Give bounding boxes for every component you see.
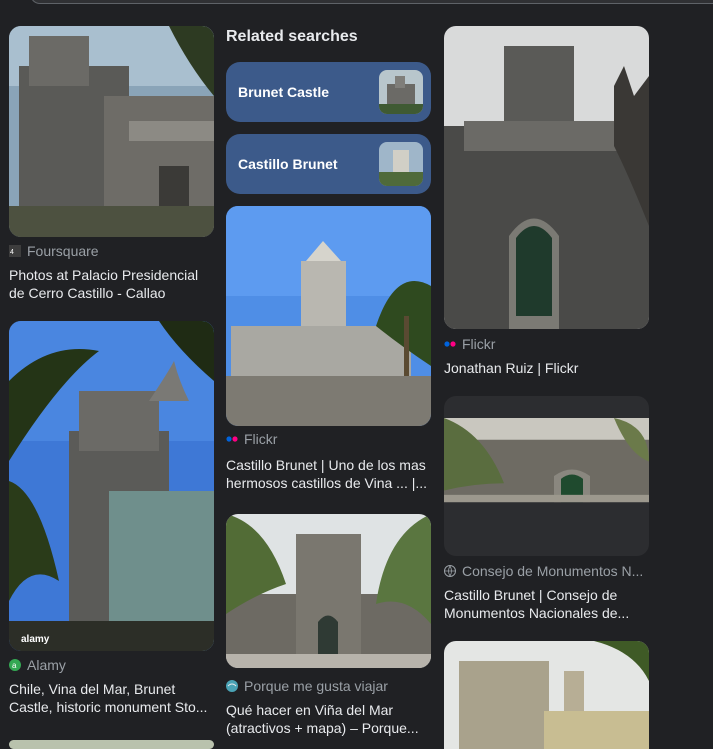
result-thumbnail[interactable] <box>9 26 214 237</box>
flickr-icon <box>226 433 238 445</box>
result-title[interactable]: Castillo Brunet | Consejo de Monumentos … <box>444 586 650 622</box>
related-search-label: Brunet Castle <box>238 84 330 100</box>
result-source: Porque me gusta viajar <box>244 678 388 694</box>
result-source: Consejo de Monumentos N... <box>462 563 644 579</box>
result-title[interactable]: Chile, Vina del Mar, Brunet Castle, hist… <box>9 680 215 716</box>
result-source: Alamy <box>27 657 66 673</box>
result-thumbnail[interactable] <box>226 514 431 668</box>
related-search-chip[interactable]: Castillo Brunet <box>226 134 431 194</box>
result-source: Foursquare <box>27 243 99 259</box>
related-search-label: Castillo Brunet <box>238 156 338 172</box>
result-thumbnail[interactable] <box>444 26 649 329</box>
svg-text:a: a <box>12 661 17 670</box>
result-thumbnail[interactable] <box>9 740 214 749</box>
result-title[interactable]: Castillo Brunet | Uno de los mas hermoso… <box>226 456 432 492</box>
result-title[interactable]: Photos at Palacio Presidencial de Cerro … <box>9 266 215 302</box>
result-source: Flickr <box>462 336 496 352</box>
result-title[interactable]: Qué hacer en Viña del Mar (atractivos + … <box>226 701 432 737</box>
globe-icon <box>226 680 238 692</box>
result-thumbnail[interactable] <box>444 396 649 556</box>
globe-icon <box>444 565 456 577</box>
related-search-chip[interactable]: Brunet Castle <box>226 62 431 122</box>
alamy-watermark: alamy <box>21 634 50 645</box>
result-thumbnail[interactable]: alamy <box>9 321 214 651</box>
result-source: Flickr <box>244 431 278 447</box>
related-searches-heading: Related searches <box>226 28 358 45</box>
alamy-icon: a <box>9 659 21 671</box>
result-thumbnail[interactable] <box>226 206 431 426</box>
result-thumbnail[interactable] <box>444 641 649 749</box>
related-search-thumbnail <box>379 142 423 186</box>
svg-text:4: 4 <box>10 249 14 256</box>
result-title[interactable]: Jonathan Ruiz | Flickr <box>444 359 650 377</box>
related-search-thumbnail <box>379 70 423 114</box>
flickr-icon <box>444 338 456 350</box>
search-bar-edge[interactable] <box>30 0 713 4</box>
foursquare-icon: 4 <box>9 245 21 257</box>
